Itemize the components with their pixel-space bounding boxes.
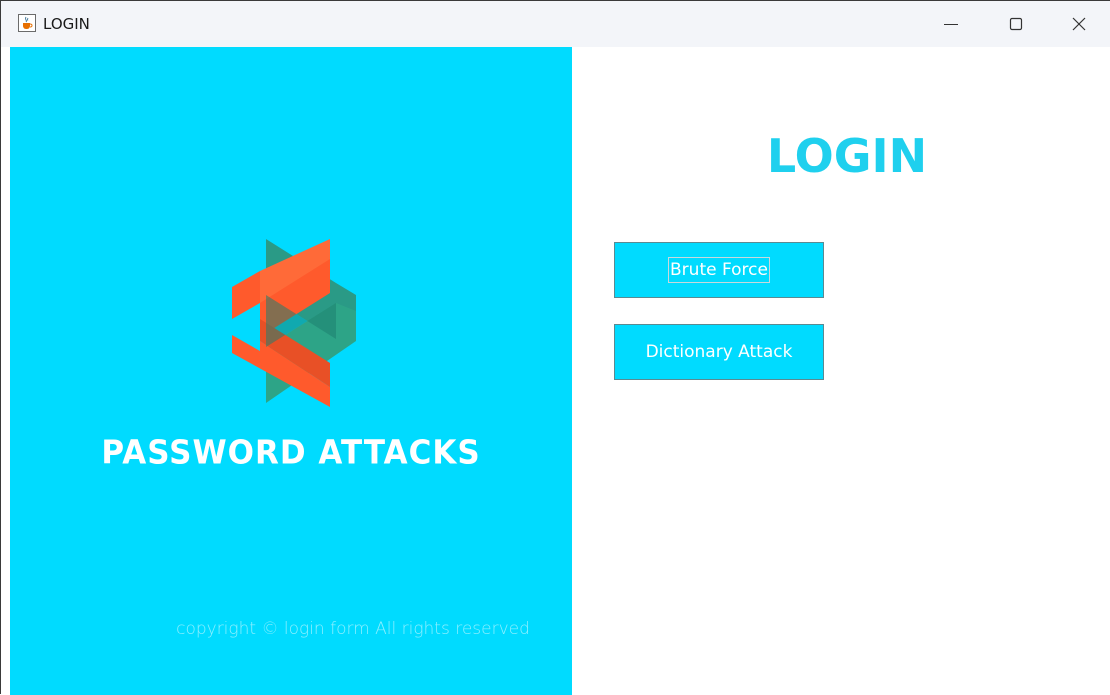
- login-panel: LOGIN Brute Force Dictionary Attack: [572, 47, 1110, 695]
- brand-panel: PASSWORD ATTACKS copyright © login form …: [10, 47, 572, 695]
- brand-title: PASSWORD ATTACKS: [101, 434, 481, 472]
- dictionary-attack-label: Dictionary Attack: [645, 342, 793, 362]
- brute-force-button[interactable]: Brute Force: [614, 242, 824, 298]
- login-heading: LOGIN: [766, 129, 928, 183]
- close-button[interactable]: [1049, 1, 1109, 47]
- minimize-button[interactable]: [921, 1, 981, 47]
- brute-force-label: Brute Force: [668, 257, 770, 283]
- dictionary-attack-button[interactable]: Dictionary Attack: [614, 324, 824, 380]
- minimize-icon: [944, 24, 958, 25]
- title-bar[interactable]: LOGIN: [1, 1, 1110, 47]
- login-window: LOGIN PASSWORD ATTACKS copyright © login…: [0, 0, 1110, 695]
- java-cup-icon: [18, 14, 36, 32]
- password-attacks-logo-icon: [232, 239, 356, 407]
- close-icon: [1072, 17, 1086, 31]
- window-title: LOGIN: [43, 15, 90, 33]
- maximize-icon: [1009, 17, 1023, 31]
- maximize-button[interactable]: [986, 1, 1046, 47]
